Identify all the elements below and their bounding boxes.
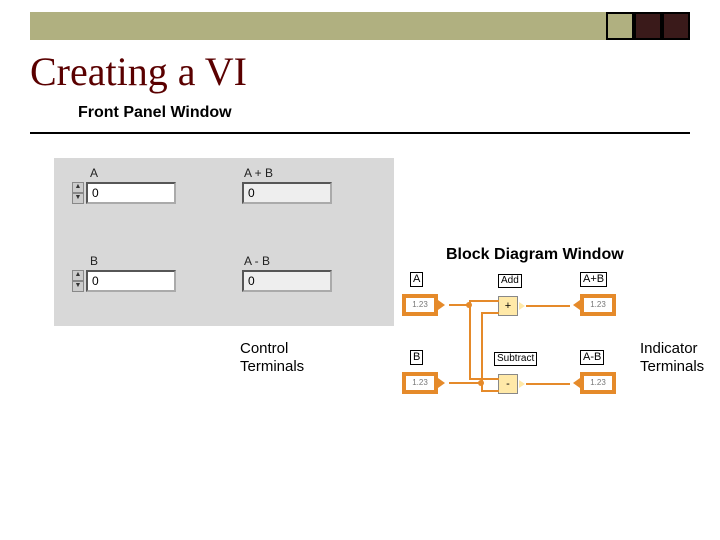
- decrement-button[interactable]: ▼: [72, 193, 84, 204]
- front-panel-window: A ▲ ▼ 0 A + B 0 B ▲ ▼ 0 A - B 0: [54, 158, 394, 326]
- wire: [449, 382, 481, 384]
- terminal-b-label: B: [410, 350, 423, 365]
- decrement-button[interactable]: ▼: [72, 281, 84, 292]
- wire: [526, 383, 570, 385]
- banner-square: [662, 12, 690, 40]
- divider: [30, 132, 690, 134]
- subtract-node[interactable]: -: [498, 374, 518, 394]
- banner-square: [606, 12, 634, 40]
- terminal-aminusb[interactable]: 1.23: [580, 372, 616, 394]
- slide-banner: [30, 12, 690, 40]
- banner-square: [634, 12, 662, 40]
- indicator-aplusb-value: 0: [242, 182, 332, 204]
- control-a-value[interactable]: 0: [86, 182, 176, 204]
- indicator-aplusb-label: A + B: [244, 166, 273, 180]
- wire: [481, 312, 483, 384]
- slide-title: Creating a VI: [30, 48, 247, 95]
- terminal-b[interactable]: 1.23: [402, 372, 438, 394]
- terminal-aplusb-label: A+B: [580, 272, 607, 287]
- wire: [469, 300, 499, 302]
- terminal-a[interactable]: 1.23: [402, 294, 438, 316]
- subtract-node-label: Subtract: [494, 352, 537, 366]
- increment-button[interactable]: ▲: [72, 270, 84, 281]
- terminal-aminusb-label: A-B: [580, 350, 604, 365]
- control-b-label: B: [90, 254, 98, 268]
- add-node-label: Add: [498, 274, 522, 288]
- wire: [469, 305, 471, 379]
- increment-button[interactable]: ▲: [72, 182, 84, 193]
- block-diagram-label: Block Diagram Window: [446, 246, 624, 264]
- wire: [481, 312, 499, 314]
- block-diagram-window: A 1.23 B 1.23 Add + Subtract - A+B 1.23 …: [400, 272, 650, 422]
- control-terminals-callout: Control Terminals: [240, 340, 304, 376]
- control-a-label: A: [90, 166, 98, 180]
- control-a-spinner[interactable]: ▲ ▼: [72, 182, 84, 204]
- indicator-aminusb-value: 0: [242, 270, 332, 292]
- terminal-a-label: A: [410, 272, 423, 287]
- control-b-value[interactable]: 0: [86, 270, 176, 292]
- wire: [526, 305, 570, 307]
- indicator-aminusb-label: A - B: [244, 254, 270, 268]
- wire: [481, 390, 499, 392]
- terminal-aplusb[interactable]: 1.23: [580, 294, 616, 316]
- add-node[interactable]: +: [498, 296, 518, 316]
- wire: [469, 378, 499, 380]
- control-b-spinner[interactable]: ▲ ▼: [72, 270, 84, 292]
- front-panel-label: Front Panel Window: [78, 104, 232, 122]
